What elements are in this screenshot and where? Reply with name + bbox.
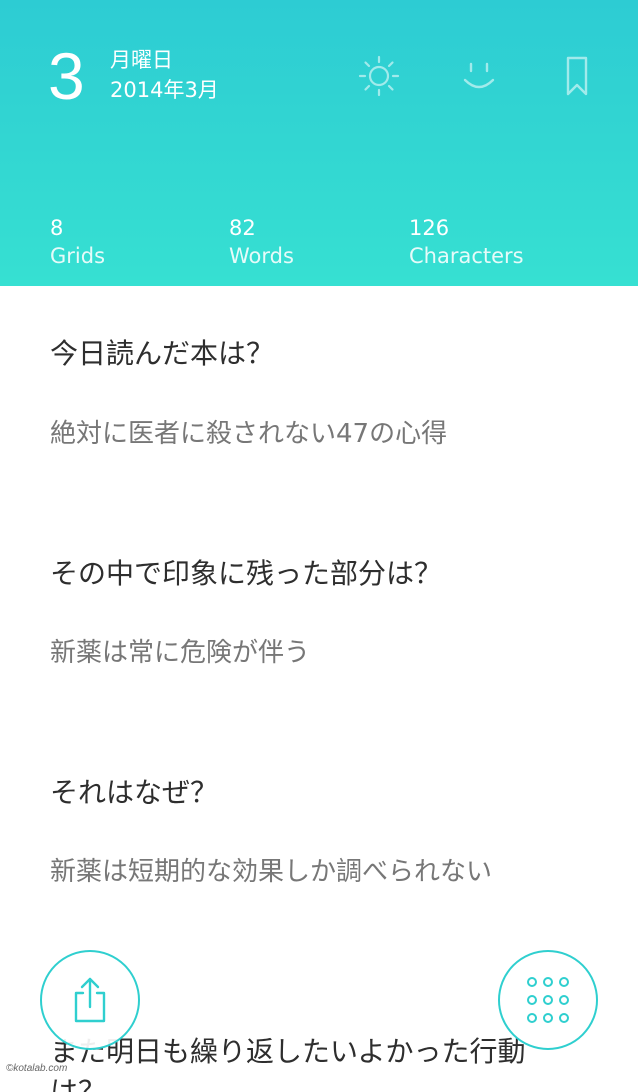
stat-words-value: 82 <box>229 216 256 240</box>
bookmark-icon[interactable] <box>553 52 601 100</box>
entry-question[interactable]: それはなぜ？ <box>50 773 570 813</box>
stat-words-label: Words <box>229 244 294 268</box>
entry-question[interactable]: また明日も繰り返したいよかった行動は？ <box>50 1032 560 1092</box>
stat-grids: 8 Grids <box>50 214 105 270</box>
entry-question[interactable]: 今日読んだ本は？ <box>50 334 570 374</box>
weekday-label: 月曜日 <box>110 48 173 72</box>
entry-answer[interactable]: 新薬は短期的な効果しか調べられない <box>50 850 565 894</box>
entry-answer[interactable]: 新薬は常に危険が伴う <box>50 631 570 675</box>
smile-icon[interactable] <box>455 52 503 100</box>
stat-characters: 126 Characters <box>409 214 524 270</box>
stat-characters-label: Characters <box>409 244 524 268</box>
share-icon <box>74 977 106 1023</box>
stat-words: 82 Words <box>229 214 294 270</box>
grid-menu-button[interactable] <box>498 950 598 1050</box>
month-label: 2014年3月 <box>110 78 219 102</box>
entry-answer[interactable]: 絶対に医者に殺されない47の心得 <box>50 412 570 456</box>
grid-menu-icon <box>527 977 569 1023</box>
app-screen: 3 月曜日 2014年3月 8 Grids 82 Words 126 Chara… <box>0 0 638 1092</box>
day-number: 3 <box>48 39 85 113</box>
sun-icon[interactable] <box>355 52 403 100</box>
entry-question[interactable]: その中で印象に残った部分は？ <box>50 554 570 594</box>
stat-characters-value: 126 <box>409 216 450 240</box>
watermark: ©kotalab.com <box>6 1063 68 1074</box>
share-button[interactable] <box>40 950 140 1050</box>
day-header: 3 月曜日 2014年3月 8 Grids 82 Words 126 Chara… <box>0 0 638 286</box>
stat-grids-value: 8 <box>50 216 64 240</box>
stat-grids-label: Grids <box>50 244 106 268</box>
